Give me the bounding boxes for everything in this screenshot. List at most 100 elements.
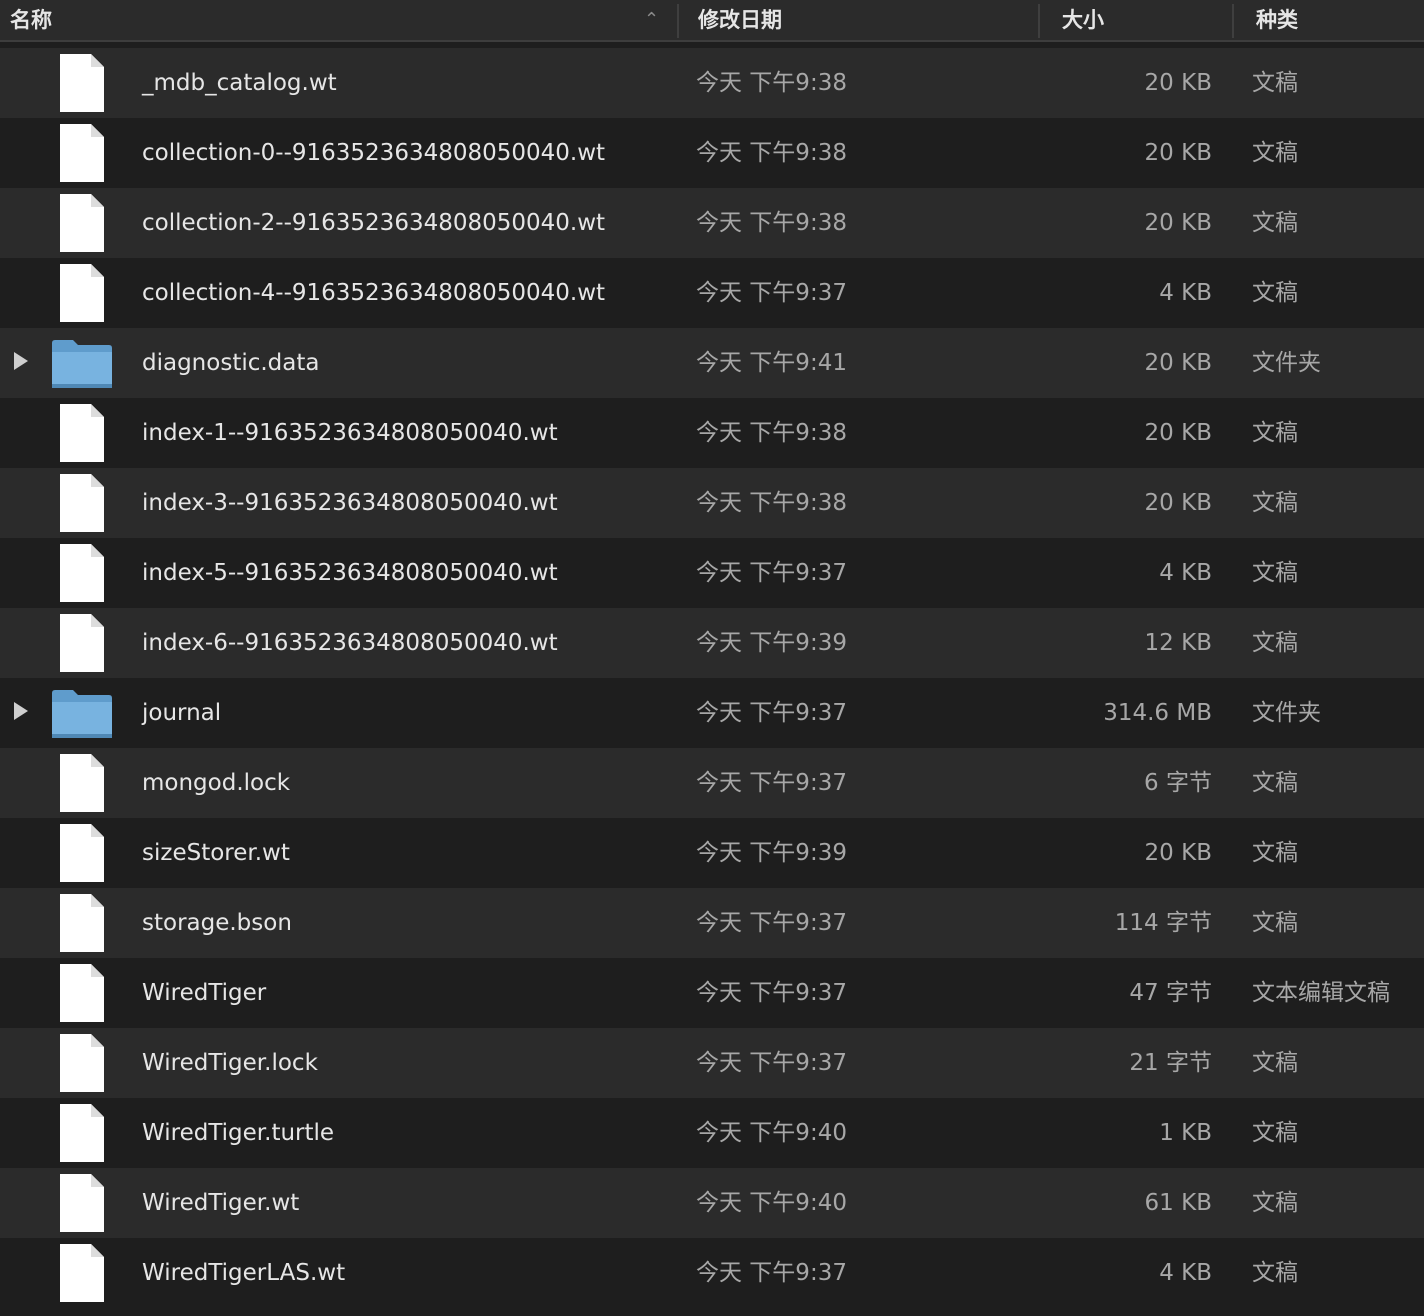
document-icon (59, 753, 105, 813)
modified-date: 今天 下午9:38 (696, 70, 847, 96)
document-icon (59, 53, 105, 113)
file-kind: 文稿 (1252, 280, 1298, 306)
file-row[interactable]: storage.bson 今天 下午9:37 114 字节 文稿 (0, 888, 1424, 958)
file-size: 1 KB (1159, 1120, 1212, 1146)
modified-date: 今天 下午9:38 (696, 210, 847, 236)
file-size: 20 KB (1144, 840, 1212, 866)
file-row[interactable]: collection-4--9163523634808050040.wt 今天 下… (0, 258, 1424, 328)
file-name: storage.bson (142, 910, 292, 936)
modified-date: 今天 下午9:37 (696, 910, 847, 936)
document-icon (59, 1033, 105, 1093)
column-divider[interactable] (1038, 4, 1040, 38)
file-name: index-3--9163523634808050040.wt (142, 490, 558, 516)
modified-date: 今天 下午9:39 (696, 840, 847, 866)
file-name: collection-0--9163523634808050040.wt (142, 140, 606, 166)
file-row[interactable]: collection-0--9163523634808050040.wt 今天 下… (0, 118, 1424, 188)
file-name: mongod.lock (142, 770, 291, 796)
file-size: 4 KB (1159, 560, 1212, 586)
file-name: collection-2--9163523634808050040.wt (142, 210, 606, 236)
file-row[interactable]: collection-2--9163523634808050040.wt 今天 下… (0, 188, 1424, 258)
file-row[interactable]: WiredTiger 今天 下午9:37 47 字节 文本编辑文稿 (0, 958, 1424, 1028)
document-icon (59, 1103, 105, 1163)
modified-date: 今天 下午9:37 (696, 980, 847, 1006)
folder-row[interactable]: diagnostic.data 今天 下午9:41 20 KB 文件夹 (0, 328, 1424, 398)
file-kind: 文本编辑文稿 (1252, 980, 1390, 1006)
file-kind: 文稿 (1252, 630, 1298, 656)
document-icon (59, 263, 105, 323)
document-icon (59, 1173, 105, 1233)
modified-date: 今天 下午9:37 (696, 770, 847, 796)
file-row[interactable]: WiredTiger.turtle 今天 下午9:40 1 KB 文稿 (0, 1098, 1424, 1168)
file-size: 314.6 MB (1103, 700, 1212, 726)
document-icon (59, 473, 105, 533)
file-name: index-1--9163523634808050040.wt (142, 420, 558, 446)
file-kind: 文件夹 (1252, 700, 1321, 726)
document-icon (59, 543, 105, 603)
file-name: sizeStorer.wt (142, 840, 290, 866)
file-row[interactable]: index-1--9163523634808050040.wt 今天 下午9:38… (0, 398, 1424, 468)
file-name: WiredTigerLAS.wt (142, 1260, 346, 1286)
file-kind: 文稿 (1252, 560, 1298, 586)
file-row[interactable]: WiredTigerLAS.wt 今天 下午9:37 4 KB 文稿 (0, 1238, 1424, 1308)
file-row[interactable]: WiredTiger.lock 今天 下午9:37 21 字节 文稿 (0, 1028, 1424, 1098)
file-row[interactable]: index-5--9163523634808050040.wt 今天 下午9:37… (0, 538, 1424, 608)
file-name: collection-4--9163523634808050040.wt (142, 280, 606, 306)
file-size: 20 KB (1144, 490, 1212, 516)
modified-date: 今天 下午9:37 (696, 280, 847, 306)
file-size: 20 KB (1144, 210, 1212, 236)
file-row[interactable]: _mdb_catalog.wt 今天 下午9:38 20 KB 文稿 (0, 48, 1424, 118)
document-icon (59, 823, 105, 883)
file-size: 20 KB (1144, 140, 1212, 166)
document-icon (59, 893, 105, 953)
column-divider[interactable] (677, 4, 679, 38)
document-icon (59, 123, 105, 183)
file-size: 4 KB (1159, 1260, 1212, 1286)
column-header-name[interactable]: 名称 (10, 0, 678, 42)
file-size: 61 KB (1144, 1190, 1212, 1216)
column-header-bar: 名称 ⌃ 修改日期 大小 种类 (0, 0, 1424, 42)
modified-date: 今天 下午9:37 (696, 560, 847, 586)
column-header-date[interactable]: 修改日期 (698, 0, 1038, 42)
document-icon (59, 613, 105, 673)
file-name: WiredTiger.wt (142, 1190, 300, 1216)
file-row[interactable]: index-3--9163523634808050040.wt 今天 下午9:38… (0, 468, 1424, 538)
folder-icon (51, 689, 113, 739)
file-kind: 文稿 (1252, 490, 1298, 516)
modified-date: 今天 下午9:38 (696, 490, 847, 516)
file-kind: 文稿 (1252, 210, 1298, 236)
file-kind: 文稿 (1252, 910, 1298, 936)
file-name: index-5--9163523634808050040.wt (142, 560, 558, 586)
file-size: 20 KB (1144, 70, 1212, 96)
file-size: 20 KB (1144, 420, 1212, 446)
folder-icon (51, 339, 113, 389)
modified-date: 今天 下午9:37 (696, 1260, 847, 1286)
document-icon (59, 193, 105, 253)
modified-date: 今天 下午9:41 (696, 350, 847, 376)
modified-date: 今天 下午9:37 (696, 1050, 847, 1076)
file-kind: 文稿 (1252, 1260, 1298, 1286)
column-header-size[interactable]: 大小 (1062, 0, 1232, 42)
file-name: _mdb_catalog.wt (142, 70, 337, 96)
chevron-up-icon: ⌃ (644, 9, 660, 30)
file-row[interactable]: sizeStorer.wt 今天 下午9:39 20 KB 文稿 (0, 818, 1424, 888)
file-kind: 文稿 (1252, 1050, 1298, 1076)
disclosure-triangle-icon[interactable] (14, 352, 28, 370)
file-size: 20 KB (1144, 350, 1212, 376)
disclosure-triangle-icon[interactable] (14, 702, 28, 720)
file-row[interactable]: WiredTiger.wt 今天 下午9:40 61 KB 文稿 (0, 1168, 1424, 1238)
file-name: WiredTiger.lock (142, 1050, 318, 1076)
file-row[interactable]: mongod.lock 今天 下午9:37 6 字节 文稿 (0, 748, 1424, 818)
file-size: 47 字节 (1129, 980, 1212, 1006)
folder-row[interactable]: journal 今天 下午9:37 314.6 MB 文件夹 (0, 678, 1424, 748)
document-icon (59, 963, 105, 1023)
column-divider[interactable] (1232, 4, 1234, 38)
modified-date: 今天 下午9:38 (696, 420, 847, 446)
modified-date: 今天 下午9:38 (696, 140, 847, 166)
file-size: 4 KB (1159, 280, 1212, 306)
file-row[interactable]: index-6--9163523634808050040.wt 今天 下午9:39… (0, 608, 1424, 678)
file-name: index-6--9163523634808050040.wt (142, 630, 558, 656)
modified-date: 今天 下午9:40 (696, 1190, 847, 1216)
document-icon (59, 403, 105, 463)
column-header-kind[interactable]: 种类 (1256, 0, 1424, 42)
file-size: 12 KB (1144, 630, 1212, 656)
